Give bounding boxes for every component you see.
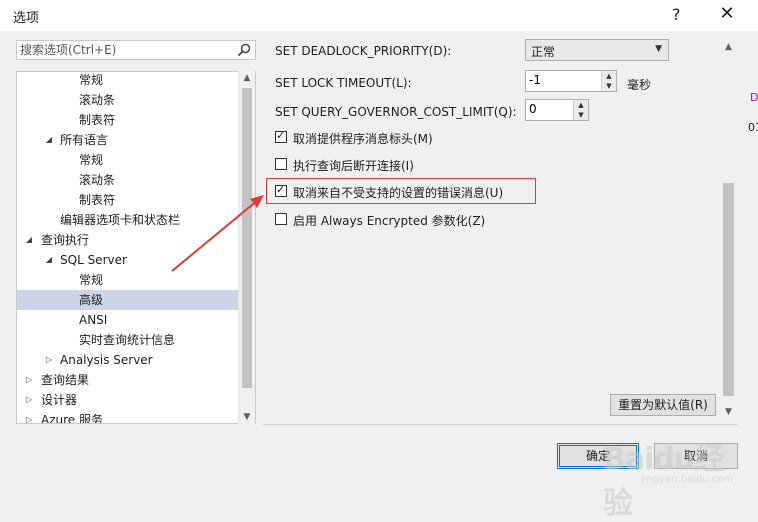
checkbox-label: 执行查询后断开连接(I) <box>293 159 414 173</box>
tree-item[interactable]: ▷ Analysis Server <box>17 350 239 370</box>
tree-item-label: 常规 <box>79 73 104 87</box>
spin-down-icon[interactable]: ▼ <box>574 110 588 120</box>
tree-item[interactable]: 常规 <box>17 150 239 170</box>
deadlock-priority-select[interactable]: 正常 ▼ <box>525 39 669 61</box>
tree-item-label: 实时查询统计信息 <box>79 333 176 347</box>
tree-item-label: 高级 <box>79 293 104 307</box>
tree-item-label: 查询执行 <box>41 233 90 247</box>
scrollbar-thumb[interactable] <box>723 183 734 396</box>
tree-item[interactable]: ◢ SQL Server <box>17 250 239 270</box>
governor-cost-label: SET QUERY_GOVERNOR_COST_LIMIT(Q): <box>275 105 517 119</box>
close-button[interactable]: ✕ <box>716 3 738 25</box>
scrollbar-thumb[interactable] <box>242 88 252 388</box>
tree-item[interactable]: 高级 <box>17 290 239 310</box>
background-text: D <box>750 91 758 104</box>
tree-item[interactable]: 实时查询统计信息 <box>17 330 239 350</box>
background-edge: D 01 <box>748 85 758 145</box>
divider <box>263 424 738 425</box>
title-bar: 选项 ? ✕ <box>0 0 758 31</box>
settings-panel: SET DEADLOCK_PRIORITY(D): 正常 ▼ SET LOCK … <box>263 35 739 425</box>
tree-item-label: 所有语言 <box>60 133 109 147</box>
checkbox-label: 启用 Always Encrypted 参数化(Z) <box>293 214 486 228</box>
lock-timeout-label: SET LOCK TIMEOUT(L): <box>275 76 412 90</box>
tree-item[interactable]: 常规 <box>17 270 239 290</box>
tree-item-label: 设计器 <box>41 393 78 407</box>
governor-cost-spinner[interactable]: ▲ ▼ <box>525 99 589 121</box>
tree-item-label: 滚动条 <box>79 173 116 187</box>
lock-timeout-spinner[interactable]: ▲ ▼ <box>525 70 617 92</box>
highlight-rectangle <box>266 178 536 204</box>
tree-scrollbar[interactable]: ▲ ▼ <box>238 71 255 424</box>
tree-item[interactable]: ▷ 查询结果 <box>17 370 239 390</box>
scroll-down-icon[interactable]: ▼ <box>720 405 737 419</box>
tree-item-label: 滚动条 <box>79 93 116 107</box>
tree-item[interactable]: 编辑器选项卡和状态栏 <box>17 210 239 230</box>
scroll-down-icon[interactable]: ▼ <box>239 410 255 424</box>
checkbox-box[interactable] <box>275 158 287 170</box>
collapsed-arrow-icon[interactable]: ▷ <box>24 410 34 423</box>
dialog-title: 选项 <box>13 11 40 26</box>
watermark-sub: jingyan.baidu.com <box>641 474 734 485</box>
tree-item[interactable]: 滚动条 <box>17 170 239 190</box>
collapsed-arrow-icon[interactable]: ▷ <box>24 390 34 410</box>
search-icon[interactable] <box>237 43 251 57</box>
governor-cost-input[interactable] <box>529 102 569 116</box>
collapsed-arrow-icon[interactable]: ▷ <box>44 350 54 370</box>
scroll-up-icon[interactable]: ▲ <box>720 40 737 54</box>
checkbox-box[interactable] <box>275 213 287 225</box>
lock-timeout-unit: 毫秒 <box>627 78 652 92</box>
expanded-arrow-icon[interactable]: ◢ <box>44 130 54 150</box>
tree-item[interactable]: 滚动条 <box>17 90 239 110</box>
checkbox-label: 取消提供程序消息标头(M) <box>293 132 433 146</box>
help-button[interactable]: ? <box>672 5 681 24</box>
expanded-arrow-icon[interactable]: ◢ <box>24 230 34 250</box>
tree-item-label: 常规 <box>79 153 104 167</box>
tree-item-label: Analysis Server <box>60 353 153 367</box>
tree-item-label: 常规 <box>79 273 104 287</box>
reset-defaults-button[interactable]: 重置为默认值(R) <box>610 394 716 416</box>
checkbox-box[interactable] <box>275 129 287 143</box>
background-text: 01 <box>748 121 758 134</box>
tree-item[interactable]: ANSI <box>17 310 239 330</box>
tree-item-label: 制表符 <box>79 193 116 207</box>
options-tree: 常规 滚动条 制表符 ◢ 所有语言 常规 滚动条 制表符 编辑器选项卡和状态栏 ◢ 查询执行 ◢ SQL… <box>16 71 256 424</box>
chevron-down-icon: ▼ <box>655 44 662 54</box>
ok-button[interactable]: 确定 <box>557 443 639 469</box>
tree-item-label: ANSI <box>79 313 108 327</box>
tree-item-label: SQL Server <box>60 253 127 267</box>
cancel-button[interactable]: 取消 <box>654 443 738 469</box>
tree-item-label: 制表符 <box>79 113 116 127</box>
tree-item[interactable]: 制表符 <box>17 190 239 210</box>
options-dialog: 选项 ? ✕ 常规滚动条制表符◢所有语言常规滚动条制表符编辑器选项卡和状态栏◢查… <box>0 0 758 521</box>
tree-item-label: 查询结果 <box>41 373 90 387</box>
tree-item-label: Azure 服务 <box>41 413 103 424</box>
spin-down-icon[interactable]: ▼ <box>602 81 616 91</box>
tree-item[interactable]: ▷ 设计器 <box>17 390 239 410</box>
search-input[interactable] <box>20 42 230 58</box>
deadlock-priority-label: SET DEADLOCK_PRIORITY(D): <box>275 44 452 58</box>
settings-scrollbar[interactable]: ▲ ▼ <box>720 38 737 421</box>
search-box[interactable] <box>16 40 256 60</box>
tree-item[interactable]: ▷ Azure 服务 <box>17 410 239 424</box>
tree-item[interactable]: ◢ 所有语言 <box>17 130 239 150</box>
tree-item-label: 编辑器选项卡和状态栏 <box>60 213 181 227</box>
tree-item[interactable]: ◢ 查询执行 <box>17 230 239 250</box>
tree-item[interactable]: 制表符 <box>17 110 239 130</box>
collapsed-arrow-icon[interactable]: ▷ <box>24 370 34 390</box>
scroll-up-icon[interactable]: ▲ <box>239 71 255 85</box>
lock-timeout-input[interactable] <box>529 73 599 87</box>
expanded-arrow-icon[interactable]: ◢ <box>44 250 54 270</box>
deadlock-priority-value: 正常 <box>531 45 556 59</box>
tree-item[interactable]: 常规 <box>17 72 239 90</box>
